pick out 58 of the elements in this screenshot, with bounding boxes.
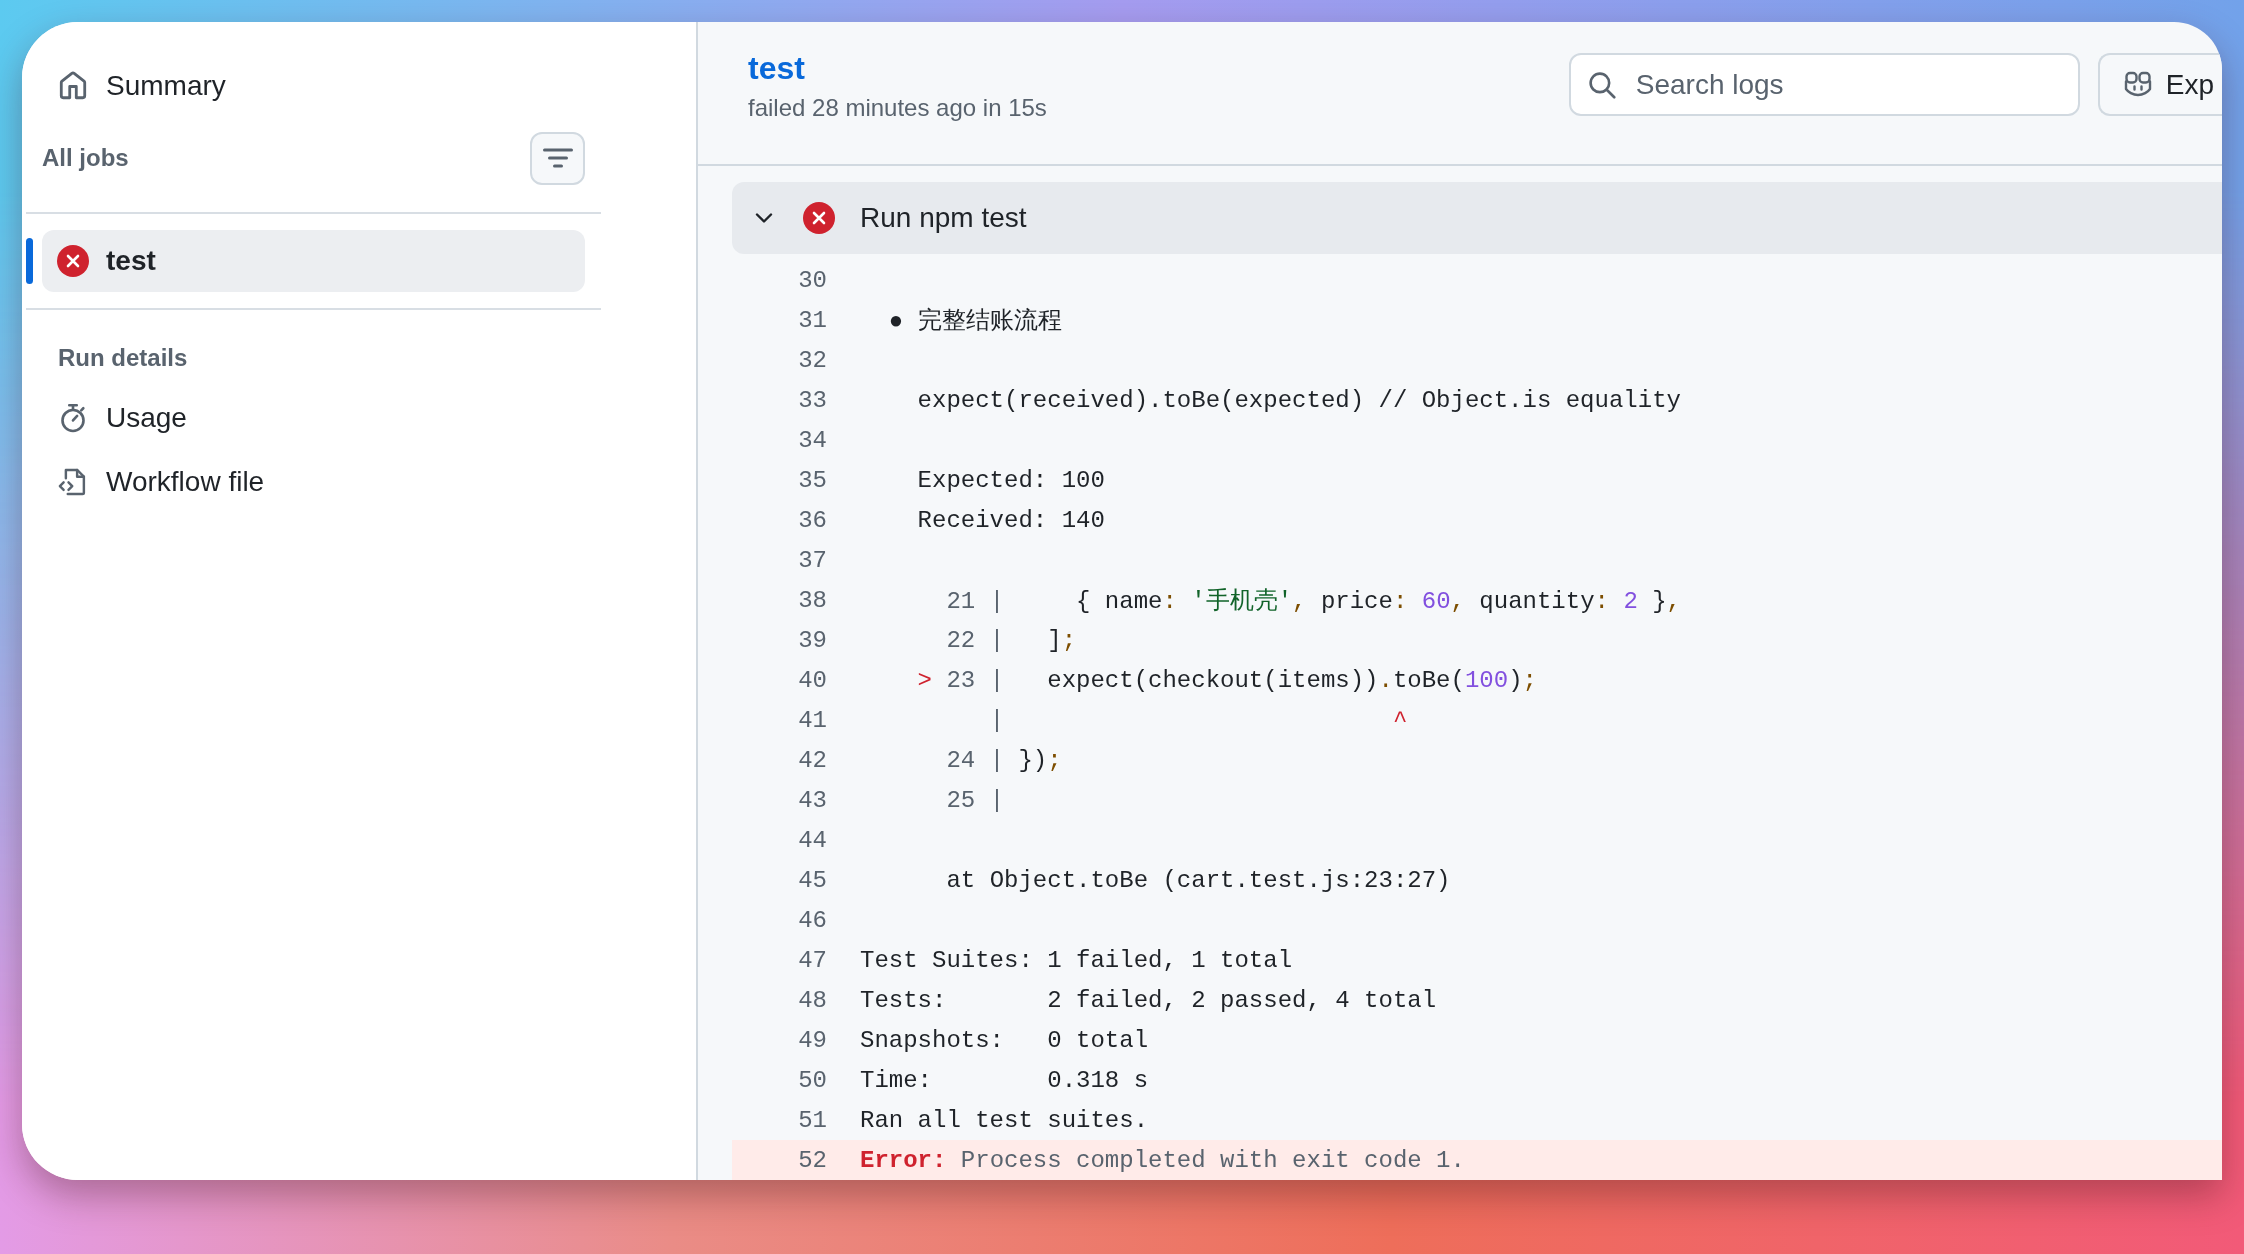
line-number: 49	[797, 1026, 827, 1054]
line-number: 38	[797, 586, 827, 614]
summary-link[interactable]: Summary	[58, 58, 226, 114]
log-text: Snapshots: 0 total	[860, 1026, 1149, 1054]
log-text: ● 完整结账流程	[888, 306, 1062, 336]
log-text: 21 | { name: '手机壳', price: 60, quantity: 2 },	[946, 587, 1681, 616]
line-number: 40	[797, 666, 827, 694]
log-text: Expected: 100	[917, 466, 1105, 494]
home-icon	[58, 71, 88, 101]
log-text: Time: 0.318 s	[860, 1066, 1149, 1094]
line-number: 48	[797, 986, 827, 1014]
search-field[interactable]: Search logs	[1568, 53, 2080, 116]
all-jobs-heading: All jobs	[42, 144, 129, 172]
line-number: 45	[797, 866, 827, 894]
line-number: 43	[797, 786, 827, 814]
log-text: expect(received).toBe(expected) // Object.is equality	[917, 386, 1681, 414]
stopwatch-icon	[58, 403, 88, 433]
action-button[interactable]: Exp	[2097, 53, 2222, 116]
line-number: 30	[797, 266, 827, 294]
line-number: 50	[797, 1066, 827, 1094]
selection-bar	[26, 238, 33, 284]
log-text: Tests: 2 failed, 2 passed, 4 total	[860, 986, 1437, 1014]
log-text: 24 | });	[946, 746, 1062, 774]
line-number: 33	[797, 386, 827, 414]
line-number: 37	[797, 546, 827, 574]
file-code-icon	[58, 467, 88, 497]
log-text: Error: Process completed with exit code 1.	[860, 1146, 1465, 1174]
line-number: 39	[797, 626, 827, 654]
search-icon	[1587, 70, 1616, 99]
line-number: 47	[797, 946, 827, 974]
line-number: 46	[797, 906, 827, 934]
log-text: 22 | ];	[946, 626, 1077, 654]
log-text: 25 |	[946, 786, 1005, 814]
workflow-file-link[interactable]: Workflow file	[58, 454, 265, 510]
line-number: 51	[797, 1106, 827, 1134]
filter-icon	[542, 148, 573, 168]
step-header[interactable]: Run npm test	[732, 182, 2222, 254]
run-details-heading: Run details	[58, 344, 188, 372]
job-item[interactable]: test	[42, 230, 585, 292]
line-number: 41	[797, 706, 827, 734]
line-number: 31	[797, 306, 827, 334]
run-status-text: failed 28 minutes ago in 15s	[748, 93, 1047, 123]
line-number: 52	[797, 1146, 827, 1174]
job-title: test	[748, 49, 805, 88]
line-number: 32	[797, 346, 827, 374]
usage-link[interactable]: Usage	[58, 390, 187, 446]
log-text: > 23 | expect(checkout(items)).toBe(100);	[917, 666, 1537, 694]
log-text: Test Suites: 1 failed, 1 total	[860, 946, 1293, 974]
line-number: 44	[797, 826, 827, 854]
line-number: 36	[797, 506, 827, 534]
log-text: Ran all test suites.	[860, 1106, 1149, 1134]
filter-button[interactable]	[530, 131, 585, 185]
line-number: 42	[797, 746, 827, 774]
line-number: 34	[797, 426, 827, 454]
line-number: 35	[797, 466, 827, 494]
log-text: Received: 140	[917, 506, 1105, 534]
log-text: at Object.toBe (cart.test.js:23:27)	[946, 866, 1451, 894]
log-text: | ^	[989, 706, 1408, 734]
